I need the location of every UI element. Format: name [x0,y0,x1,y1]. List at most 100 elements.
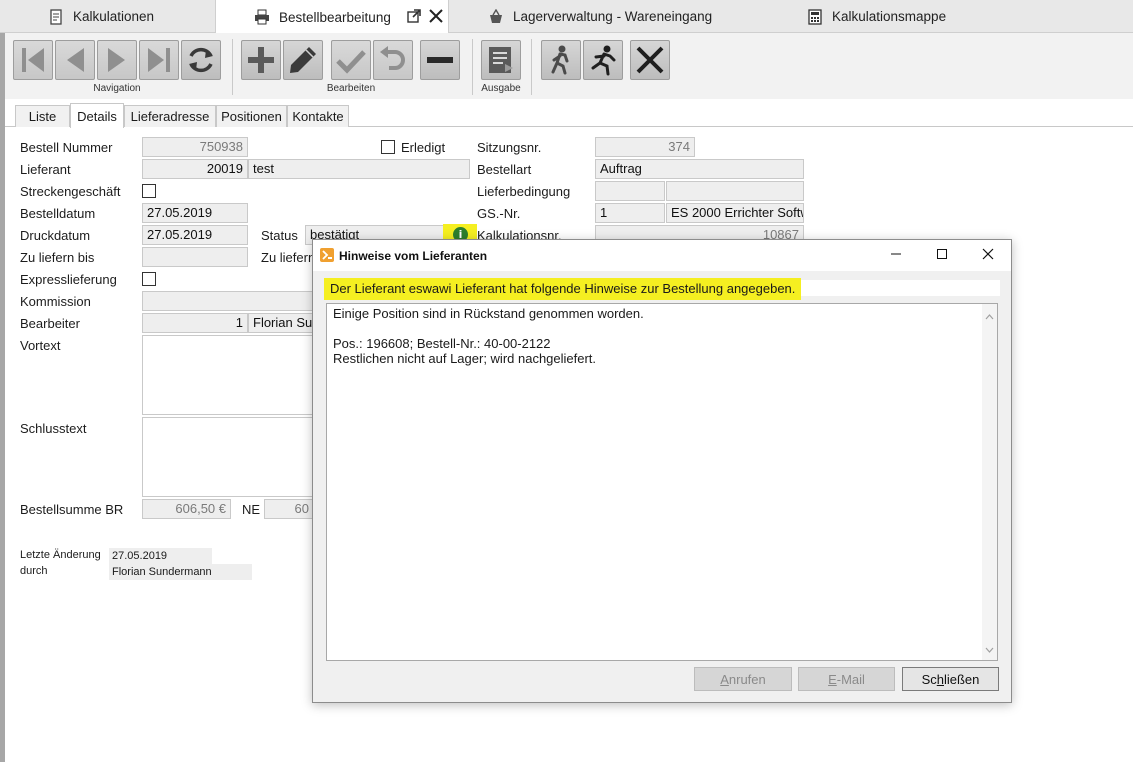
output-button[interactable] [481,40,521,80]
ne-label: NE [242,502,261,517]
app-tab-label: Lagerverwaltung - Wareneingang [513,9,713,24]
gs-nr-field[interactable]: 1 [595,203,665,223]
dialog-message: Der Lieferant eswawi Lieferant hat folge… [324,278,802,300]
popout-icon[interactable] [407,8,421,26]
notes-textarea[interactable]: Einige Position sind in Rückstand genomm… [326,303,998,661]
close-icon [634,44,666,76]
app-tab-bestellbearbeitung[interactable]: Bestellbearbeitung [215,0,449,34]
save-button[interactable] [331,40,371,80]
left-edge-bar [0,33,5,762]
check-icon [335,44,367,76]
last-record-button[interactable] [139,40,179,80]
close-tab-icon[interactable] [429,8,443,26]
bearbeiter-name-field[interactable]: Florian Sur [248,313,314,333]
app-tab-label: Bestellbearbeitung [279,9,391,25]
button-label: ließen [943,671,980,687]
expresslieferung-checkbox[interactable] [142,272,156,286]
lieferant-name-field[interactable]: test [248,159,470,179]
durch-label: durch [20,565,48,577]
tab-lieferadresse[interactable]: Lieferadresse [124,105,216,127]
minus-icon [424,44,456,76]
lieferbedingung-text-field[interactable] [666,181,804,201]
bearbeiten-group-label: Bearbeiten [326,83,376,94]
bestellsumme-ne-field: 60 [264,499,314,519]
streckengeschaeft-label: Streckengeschäft [20,184,121,199]
dialog-titlebar[interactable]: Hinweise vom Lieferanten [313,240,1011,271]
lieferbedingung-label: Lieferbedingung [477,184,571,199]
tab-details[interactable]: Details [70,103,124,128]
close-record-button[interactable] [630,40,670,80]
zu-liefern-bis-field[interactable] [142,247,248,267]
bestellart-field[interactable]: Auftrag [595,159,804,179]
undo-button[interactable] [373,40,413,80]
vortext-textarea[interactable] [142,335,314,415]
tab-kontakte[interactable]: Kontakte [287,105,349,127]
tab-label: Lieferadresse [130,109,210,124]
maximize-icon [936,248,948,263]
app-icon [320,248,334,262]
lieferant-number-field[interactable]: 20019 [142,159,248,179]
walking-person-icon [545,44,577,76]
delete-button[interactable] [420,40,460,80]
bestell-nummer-field[interactable]: 750938 [142,137,248,157]
toolbar-separator [232,39,233,95]
tab-label: Positionen [221,109,282,124]
edit-button[interactable] [283,40,323,80]
schliessen-button[interactable]: Sc h ließen [902,667,999,691]
bearbeiter-number-field[interactable]: 1 [142,313,248,333]
app-tab-kalkulationen[interactable]: Kalkulationen [48,0,154,33]
report-icon [485,44,517,76]
close-window-button[interactable] [965,240,1011,271]
plus-icon [245,44,277,76]
bestellart-label: Bestellart [477,162,532,177]
dialog-title: Hinweise vom Lieferanten [339,249,488,263]
letzte-aenderung-value: 27.05.2019 [109,548,212,564]
close-icon [982,248,994,263]
add-button[interactable] [241,40,281,80]
minimize-button[interactable] [873,240,919,271]
maximize-button[interactable] [919,240,965,271]
button-mnemonic: h [936,671,944,687]
pencil-icon [287,44,319,76]
kommission-field[interactable] [142,291,314,311]
button-label: Sc [921,671,937,687]
status-label: Status [261,228,298,243]
bestelldatum-field[interactable]: 27.05.2019 [142,203,248,223]
sitzungsnr-label: Sitzungsnr. [477,140,542,155]
detail-tab-bar: Liste Details Lieferadresse Positionen K… [5,99,1133,128]
note-line: Restlichen nicht auf Lager; wird nachgel… [333,351,597,366]
scroll-down-icon[interactable] [985,641,994,656]
next-record-button[interactable] [97,40,137,80]
scroll-up-icon[interactable] [985,308,994,323]
erledigt-checkbox[interactable] [381,140,395,154]
druckdatum-field[interactable]: 27.05.2019 [142,225,248,245]
skip-first-icon [17,44,49,76]
gs-name-field[interactable]: ES 2000 Errichter Softw [666,203,804,223]
schlusstext-textarea[interactable] [142,417,314,497]
tab-positionen[interactable]: Positionen [216,105,287,127]
app-tab-kalkulationsmappe[interactable]: Kalkulationsmappe [807,0,946,33]
app-tab-label: Kalkulationsmappe [832,9,947,24]
skip-last-icon [143,44,175,76]
first-record-button[interactable] [13,40,53,80]
tab-label: Kontakte [292,109,344,124]
previous-record-button[interactable] [55,40,95,80]
tab-liste[interactable]: Liste [15,105,70,127]
app-tab-lagerverwaltung[interactable]: Lagerverwaltung - Wareneingang [488,0,712,33]
letzte-aenderung-label: Letzte Änderung [20,549,101,561]
streckengeschaeft-checkbox[interactable] [142,184,156,198]
walk-button[interactable] [541,40,581,80]
vertical-scrollbar[interactable] [982,304,997,660]
expresslieferung-label: Expresslieferung [20,272,117,287]
zu-liefern-label: Zu liefern [261,250,316,265]
ausgabe-group-label: Ausgabe [481,83,521,94]
tab-label: Details [77,108,117,124]
run-button[interactable] [583,40,623,80]
lieferbedingung-code-field[interactable] [595,181,665,201]
printer-icon [254,9,270,25]
anrufen-button[interactable]: Anrufen [694,667,792,691]
sitzungsnr-field: 374 [595,137,695,157]
refresh-button[interactable] [181,40,221,80]
email-button[interactable]: E -Mail [798,667,895,691]
arrow-right-icon [101,44,133,76]
